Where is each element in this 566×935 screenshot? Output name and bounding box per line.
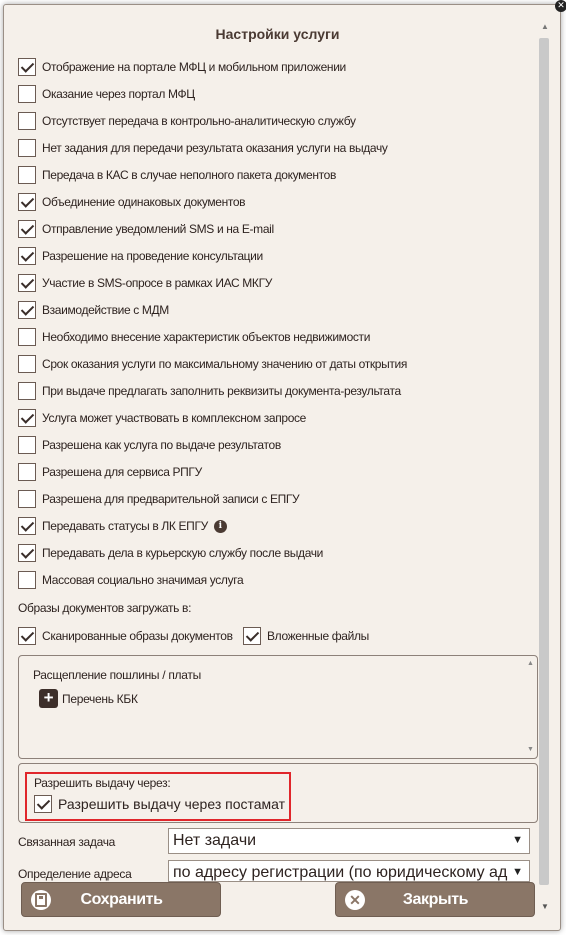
- scroll-down-arrow-icon[interactable]: ▼: [541, 902, 549, 911]
- option-checkbox[interactable]: [18, 409, 36, 427]
- option-checkbox[interactable]: [18, 517, 36, 535]
- option-label: При выдаче предлагать заполнить реквизит…: [42, 384, 401, 398]
- option-label: Взаимодействие с МДМ: [42, 303, 169, 317]
- option-checkbox[interactable]: [18, 193, 36, 211]
- panel-scroll-down-icon[interactable]: ▼: [527, 746, 534, 753]
- upload-attached-label: Вложенные файлы: [267, 629, 369, 643]
- option-row[interactable]: Передача в КАС в случае неполного пакета…: [18, 165, 336, 185]
- close-button[interactable]: ✕ Закрыть: [335, 882, 535, 917]
- option-label: Передавать дела в курьерскую службу посл…: [42, 546, 324, 560]
- option-checkbox[interactable]: [18, 301, 36, 319]
- fees-split-title: Расщепление пошлины / платы: [33, 668, 201, 682]
- upload-scanned-checkbox[interactable]: [18, 627, 36, 645]
- option-checkbox[interactable]: [18, 328, 36, 346]
- save-button-label: Сохранить: [80, 890, 163, 908]
- option-label: Срок оказания услуги по максимальному зн…: [42, 357, 407, 371]
- close-button-label: Закрыть: [402, 890, 469, 908]
- option-checkbox[interactable]: [18, 463, 36, 481]
- kbk-list-button[interactable]: + Перечень КБК: [39, 689, 138, 708]
- upload-attached-option[interactable]: Вложенные файлы: [243, 626, 369, 646]
- issue-via-title: Разрешить выдачу через:: [34, 776, 171, 790]
- chevron-down-icon: ▼: [512, 834, 523, 846]
- option-row[interactable]: Отображение на портале МФЦ и мобильном п…: [18, 57, 346, 77]
- option-label: Разрешена как услуга по выдаче результат…: [42, 438, 281, 452]
- option-checkbox[interactable]: [18, 274, 36, 292]
- option-checkbox[interactable]: [18, 247, 36, 265]
- option-label: Разрешена для предварительной записи с Е…: [42, 492, 300, 506]
- dialog-scrollbar[interactable]: ▲ ▼: [538, 18, 552, 918]
- close-icon[interactable]: ✕: [555, 0, 566, 12]
- option-checkbox[interactable]: [18, 85, 36, 103]
- upload-section-label: Образы документов загружать в:: [18, 601, 192, 615]
- kbk-list-label: Перечень КБК: [62, 691, 138, 706]
- option-label: Необходимо внесение характеристик объект…: [42, 330, 371, 344]
- related-task-value: Нет задачи: [173, 832, 257, 849]
- address-value: по адресу регистрации (по юридическому а…: [173, 864, 508, 881]
- option-label: Передавать статусы в ЛК ЕПГУ: [42, 519, 208, 533]
- floppy-disk-icon: [31, 889, 51, 910]
- option-row[interactable]: Разрешена для сервиса РПГУ: [18, 462, 202, 482]
- option-label: Нет задания для передачи результата оказ…: [42, 141, 388, 155]
- option-checkbox[interactable]: [18, 112, 36, 130]
- option-checkbox[interactable]: [18, 571, 36, 589]
- option-row[interactable]: Массовая социально значимая услуга: [18, 570, 244, 590]
- option-label: Передача в КАС в случае неполного пакета…: [42, 168, 337, 182]
- option-row[interactable]: Участие в SMS-опросе в рамках ИАС МКГУ: [18, 273, 272, 293]
- option-row[interactable]: При выдаче предлагать заполнить реквизит…: [18, 381, 401, 401]
- option-row[interactable]: Взаимодействие с МДМ: [18, 300, 169, 320]
- option-checkbox[interactable]: [18, 220, 36, 238]
- option-checkbox[interactable]: [18, 544, 36, 562]
- related-task-label: Связанная задача: [18, 835, 116, 849]
- option-row[interactable]: Нет задания для передачи результата оказ…: [18, 138, 388, 158]
- option-checkbox[interactable]: [18, 436, 36, 454]
- option-checkbox[interactable]: [18, 490, 36, 508]
- save-button[interactable]: Сохранить: [21, 882, 221, 917]
- option-checkbox[interactable]: [18, 355, 36, 373]
- option-label: Разрешена для сервиса РПГУ: [42, 465, 202, 479]
- address-select[interactable]: по адресу регистрации (по юридическому а…: [168, 860, 530, 882]
- option-checkbox[interactable]: [18, 58, 36, 76]
- upload-attached-checkbox[interactable]: [243, 627, 261, 645]
- scroll-thumb[interactable]: [539, 38, 549, 885]
- option-checkbox[interactable]: [18, 139, 36, 157]
- option-row[interactable]: Разрешена как услуга по выдаче результат…: [18, 435, 281, 455]
- option-row[interactable]: Передавать статусы в ЛК ЕПГУ i: [18, 516, 227, 536]
- issue-postamat-label: Разрешить выдачу через постамат: [58, 796, 286, 812]
- option-label: Отсутствует передача в контрольно-аналит…: [42, 114, 356, 128]
- panel-scroll-up-icon[interactable]: ▲: [527, 660, 534, 667]
- option-label: Отправление уведомлений SMS и на E-mail: [42, 222, 274, 236]
- option-row[interactable]: Услуга может участвовать в комплексном з…: [18, 408, 306, 428]
- upload-scanned-option[interactable]: Сканированные образы документов: [18, 626, 233, 646]
- option-row[interactable]: Необходимо внесение характеристик объект…: [18, 327, 370, 347]
- option-label: Оказание через портал МФЦ: [42, 87, 195, 101]
- option-row[interactable]: Отсутствует передача в контрольно-аналит…: [18, 111, 356, 131]
- option-label: Участие в SMS-опросе в рамках ИАС МКГУ: [42, 276, 272, 290]
- option-label: Массовая социально значимая услуга: [42, 573, 244, 587]
- option-checkbox[interactable]: [18, 382, 36, 400]
- dialog-title: Настройки услуги: [215, 26, 340, 42]
- address-label: Определение адреса: [18, 867, 132, 881]
- issue-postamat-checkbox[interactable]: [34, 795, 52, 813]
- option-label: Разрешение на проведение консультации: [42, 249, 263, 263]
- close-circle-icon: ✕: [345, 889, 365, 910]
- option-label: Отображение на портале МФЦ и мобильном п…: [42, 60, 346, 74]
- option-row[interactable]: Разрешение на проведение консультации: [18, 246, 263, 266]
- option-row[interactable]: Разрешена для предварительной записи с Е…: [18, 489, 300, 509]
- upload-scanned-label: Сканированные образы документов: [42, 629, 233, 643]
- option-row[interactable]: Передавать дела в курьерскую службу посл…: [18, 543, 323, 563]
- scroll-up-arrow-icon[interactable]: ▲: [541, 22, 549, 31]
- info-icon[interactable]: i: [213, 519, 227, 533]
- option-label: Объединение одинаковых документов: [42, 195, 246, 209]
- option-row[interactable]: Отправление уведомлений SMS и на E-mail: [18, 219, 274, 239]
- option-row[interactable]: Оказание через портал МФЦ: [18, 84, 195, 104]
- option-row[interactable]: Объединение одинаковых документов: [18, 192, 246, 212]
- plus-icon[interactable]: +: [39, 689, 58, 708]
- option-label: Услуга может участвовать в комплексном з…: [42, 411, 306, 425]
- option-row[interactable]: Срок оказания услуги по максимальному зн…: [18, 354, 407, 374]
- issue-postamat-option[interactable]: Разрешить выдачу через постамат: [34, 795, 285, 813]
- fees-split-panel: Расщепление пошлины / платы + Перечень К…: [18, 655, 538, 759]
- option-checkbox[interactable]: [18, 166, 36, 184]
- chevron-down-icon: ▼: [512, 866, 523, 878]
- related-task-select[interactable]: Нет задачи ▼: [168, 828, 530, 854]
